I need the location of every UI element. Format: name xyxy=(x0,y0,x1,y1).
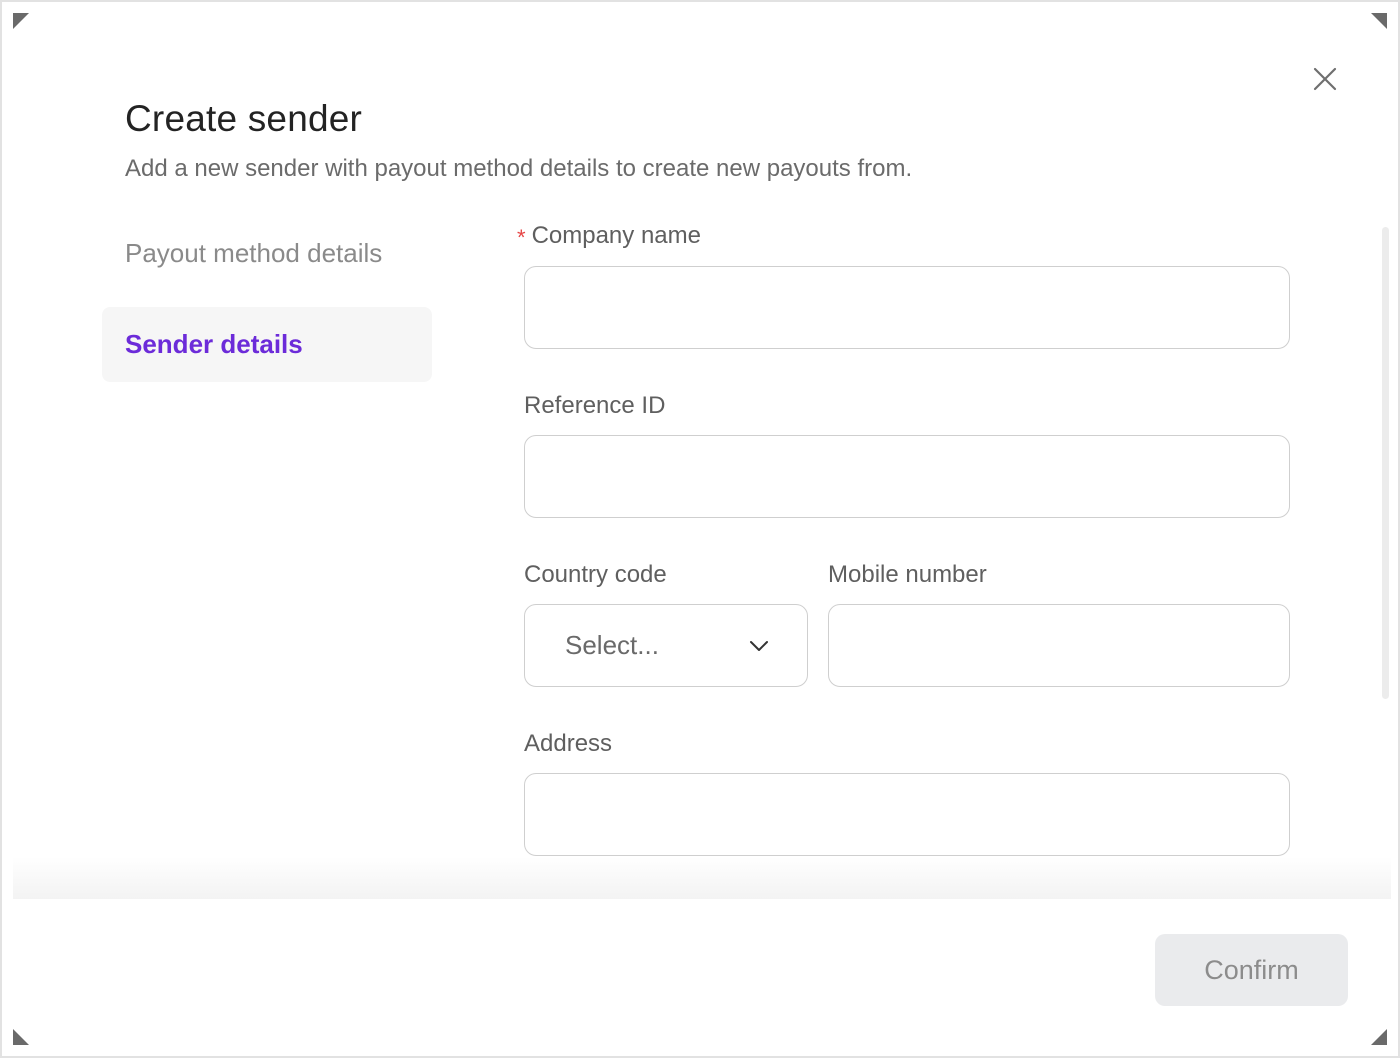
company-name-label: * Company name xyxy=(517,222,701,250)
reference-id-input[interactable] xyxy=(524,435,1290,518)
dialog-title: Create sender xyxy=(125,98,363,139)
dialog: Create sender Add a new sender with payo… xyxy=(0,0,1400,1058)
close-button[interactable] xyxy=(1306,60,1344,98)
reference-id-label: Reference ID xyxy=(524,392,666,419)
scrollbar[interactable] xyxy=(1382,227,1389,699)
required-indicator: * xyxy=(517,225,526,250)
scroll-fade xyxy=(13,857,1391,899)
step-sender-details[interactable]: Sender details xyxy=(102,307,432,382)
corner-marker xyxy=(13,1029,29,1045)
address-label: Address xyxy=(524,730,613,757)
corner-marker xyxy=(1371,13,1387,29)
confirm-button[interactable]: Confirm xyxy=(1155,934,1348,1006)
country-code-select[interactable]: Select... xyxy=(524,604,808,687)
step-label: Sender details xyxy=(125,329,303,359)
company-name-label-text: Company name xyxy=(531,222,701,249)
close-icon xyxy=(1313,67,1337,91)
address-input[interactable] xyxy=(524,773,1290,856)
mobile-number-input[interactable] xyxy=(828,604,1290,687)
corner-marker xyxy=(1371,1029,1387,1045)
step-label: Payout method details xyxy=(125,238,383,268)
country-code-placeholder: Select... xyxy=(565,630,659,660)
dialog-subtitle: Add a new sender with payout method deta… xyxy=(125,155,913,182)
company-name-input[interactable] xyxy=(524,266,1290,349)
corner-marker xyxy=(13,13,29,29)
country-code-label: Country code xyxy=(524,561,667,588)
chevron-down-icon xyxy=(750,640,768,651)
mobile-number-label: Mobile number xyxy=(828,561,987,588)
step-payout-method-details[interactable]: Payout method details xyxy=(102,216,432,291)
